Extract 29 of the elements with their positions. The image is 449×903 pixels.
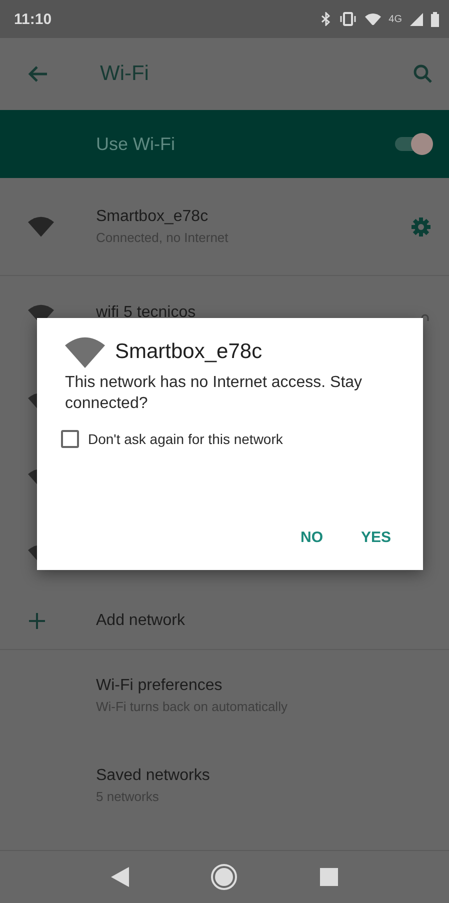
checkbox-label[interactable]: Don't ask again for this network [88,431,283,447]
status-time: 11:10 [14,10,52,28]
battery-icon [431,12,439,26]
dialog-button[interactable]: YES [352,519,399,556]
home-circle-icon[interactable] [210,863,238,891]
bluetooth-icon [320,12,331,26]
vibrate-icon [338,12,357,26]
plus-icon [28,612,46,630]
back-arrow-icon[interactable] [28,66,48,82]
dialog-message: This network has no Internet access. Stay connected? [65,373,364,414]
wifi-icon [65,336,105,368]
wifi-icon [28,216,54,237]
overview-square-icon[interactable] [320,868,338,886]
dialog-title: Smartbox_e78c [115,340,262,364]
network-name[interactable]: wifi 5 tecnicos [96,304,419,322]
add-network-label[interactable]: Add network [96,612,185,630]
checkbox[interactable] [61,430,79,448]
toolbar-title: Wi-Fi [100,62,150,86]
setting-title[interactable]: Wi-Fi preferences [96,676,431,694]
settings-icon[interactable] [411,216,431,236]
back-triangle-icon[interactable] [110,867,129,887]
setting-title[interactable]: Saved networks [96,766,431,784]
cell-signal-icon [410,12,423,26]
wifi-signal-icon [364,12,381,26]
dialog-button[interactable]: NO [292,519,331,556]
network-type: 4G [388,14,402,24]
network-name[interactable]: Smartbox_e78c [96,208,411,226]
use-wifi-label: Use Wi-Fi [96,134,176,154]
search-icon[interactable] [413,64,433,84]
